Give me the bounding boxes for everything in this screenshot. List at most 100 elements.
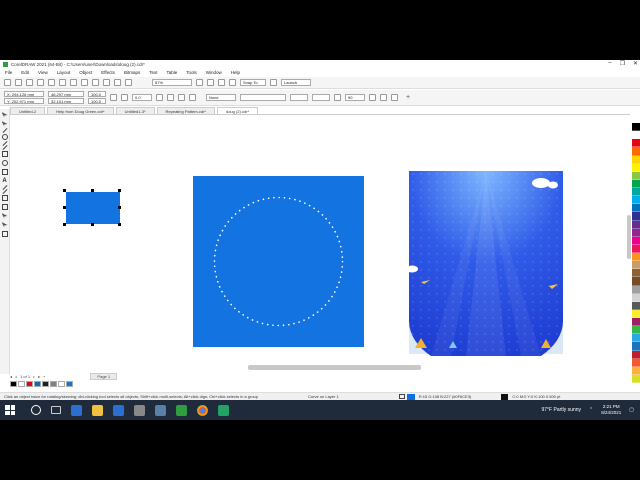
full-screen-icon[interactable] [196,79,203,86]
chrome-icon[interactable] [197,404,208,416]
crop-tool-icon[interactable] [2,128,7,133]
menu-layout[interactable]: Layout [57,70,71,75]
previous-page-button[interactable]: ◃ [15,374,17,379]
export-icon[interactable] [114,79,121,86]
mail-icon[interactable] [134,404,145,416]
document-color-swatch[interactable] [26,381,33,387]
print-icon[interactable] [37,79,44,86]
palette-swatch[interactable] [632,342,640,351]
palette-swatch[interactable] [632,212,640,221]
lock-ratio-icon[interactable] [110,94,117,101]
palette-swatch[interactable] [632,236,640,245]
scale-x-field[interactable]: 100.0 [88,91,106,97]
color-eyedropper-tool-icon[interactable] [1,213,8,219]
mirror-horizontal-icon[interactable] [156,94,163,101]
palette-swatch[interactable] [632,261,640,270]
minimize-button[interactable]: – [608,60,611,67]
tab-help-from-doug-green[interactable]: Help from Doug Green.cdr* [47,107,114,114]
palette-swatch[interactable] [632,358,640,367]
menu-bitmaps[interactable]: Bitmaps [124,70,140,75]
line-style-select[interactable] [240,94,286,101]
save-icon[interactable] [26,79,33,86]
convert-to-curves-icon[interactable] [391,94,398,101]
fill-color-swatch[interactable] [406,393,415,400]
paste-icon[interactable] [70,79,77,86]
palette-swatch[interactable] [632,244,640,253]
text-tool-icon[interactable]: A [2,178,8,184]
palette-swatch[interactable] [632,334,640,343]
document-color-swatch[interactable] [34,381,41,387]
palette-swatch[interactable] [632,301,640,310]
tab-doug-2[interactable]: doug (2).cdr* [216,107,259,114]
to-back-icon[interactable] [380,94,387,101]
y-position-field[interactable]: Y: 202.971 mm [4,98,44,104]
tab-untitled1-3[interactable]: Untitled1-3* [115,107,155,114]
palette-swatch[interactable] [632,293,640,302]
maximize-button[interactable]: ❐ [620,60,625,67]
add-icon[interactable]: + [406,94,410,101]
height-field[interactable]: 32.101 mm [48,98,84,104]
transparency-tool-icon[interactable] [1,204,8,210]
document-color-swatch[interactable] [18,381,25,387]
palette-swatch[interactable] [632,179,640,188]
network-icon[interactable]: ⌃ [589,407,593,413]
next-page-button[interactable]: ▹ [33,374,35,379]
tab-repeating-pattern[interactable]: Repeating Pattern.cdr* [156,107,215,114]
interactive-fill-tool-icon[interactable] [1,222,8,228]
palette-swatch[interactable] [632,123,640,132]
snap-to-select[interactable]: Snap To [240,79,266,86]
notifications-icon[interactable]: ▢ [629,407,634,413]
palette-swatch[interactable] [632,253,640,262]
cut-icon[interactable] [48,79,55,86]
palette-swatch[interactable] [632,309,640,318]
shape-tool-icon[interactable] [1,121,8,127]
menu-view[interactable]: View [38,70,48,75]
file-explorer-icon[interactable] [92,404,103,416]
rotation-field[interactable]: 0.0 [132,94,152,101]
windows-start-icon[interactable] [5,405,15,415]
document-color-swatch[interactable] [66,381,73,387]
options-gear-icon[interactable] [270,79,277,86]
outline-color-swatch[interactable] [501,393,509,400]
rulers-icon[interactable] [207,79,214,86]
copy-icon[interactable] [59,79,66,86]
launch-select[interactable]: Launch [281,79,311,86]
excel-icon[interactable] [218,404,229,416]
palette-swatch[interactable] [632,155,640,164]
import-icon[interactable] [103,79,110,86]
pick-tool-icon[interactable] [1,112,8,118]
text-wrap-icon[interactable] [334,94,341,101]
first-page-button[interactable]: ◂ [10,374,12,379]
zoom-level-select[interactable]: 87% [152,79,192,86]
end-arrow-select[interactable] [312,94,330,101]
palette-swatch[interactable] [632,228,640,237]
drop-shadow-tool-icon[interactable] [1,195,8,201]
palette-swatch[interactable] [632,374,640,383]
last-page-button[interactable]: ▸ [38,374,40,379]
mirror-vertical-icon[interactable] [167,94,174,101]
palette-swatch[interactable] [632,366,640,375]
palette-swatch[interactable] [632,220,640,229]
palette-swatch[interactable] [632,131,640,140]
publish-pdf-icon[interactable] [125,79,132,86]
outline-width-field[interactable]: 90 [345,94,365,101]
document-color-swatch[interactable] [42,381,49,387]
search-icon[interactable] [31,405,41,415]
undo-icon[interactable] [81,79,88,86]
page-tab[interactable]: Page 1 [90,372,118,380]
to-front-icon[interactable] [369,94,376,101]
store-icon[interactable] [113,404,124,416]
document-color-swatch[interactable] [50,381,57,387]
zoom-tool-icon[interactable] [1,134,8,140]
palette-swatch[interactable] [632,350,640,359]
document-palette[interactable] [10,380,130,388]
guidelines-icon[interactable] [229,79,236,86]
palette-swatch[interactable] [632,285,640,294]
edge-icon[interactable] [71,404,82,416]
horizontal-scrollbar[interactable] [248,365,421,370]
palette-swatch[interactable] [632,196,640,205]
selected-rectangle[interactable] [63,189,121,226]
palette-swatch[interactable] [632,277,640,286]
palette-swatch[interactable] [632,326,640,335]
color-palette[interactable] [632,123,640,383]
